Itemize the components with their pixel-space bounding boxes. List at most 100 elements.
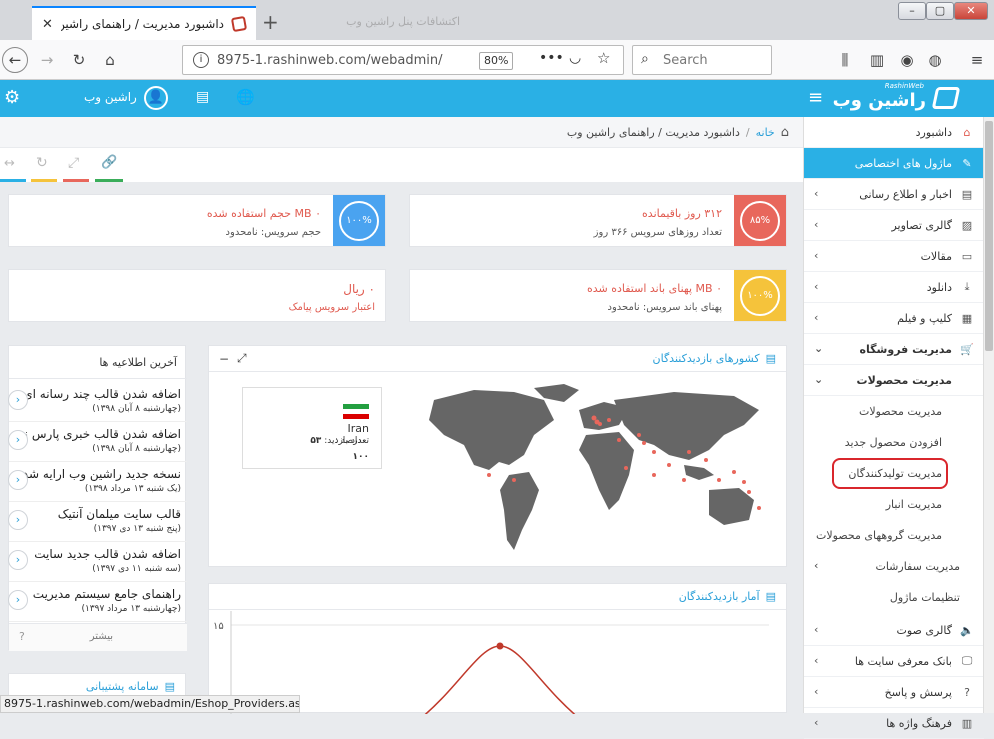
status-url: 8975-1.rashinweb.com/webadmin/Eshop_Prov… (0, 695, 300, 713)
sidebar-item[interactable]: مدیریت محصولات ⌄ (804, 365, 984, 396)
refresh-icon[interactable]: ↻ (36, 155, 48, 171)
sidebar-item[interactable]: ? پرسش و پاسخ › (804, 677, 984, 708)
news-open-icon[interactable]: ‹ (8, 550, 28, 570)
sidebar-item[interactable]: ▨ گالری تصاویر › (804, 210, 984, 241)
news-open-icon[interactable]: ‹ (8, 510, 28, 530)
news-headline[interactable]: اضافه شدن قالب جدید سایت (34, 547, 181, 561)
sidebar-subitem[interactable]: مدیریت محصولات (804, 396, 984, 427)
visits-peak-point[interactable] (496, 642, 504, 650)
settings-gear-icon[interactable]: ⚙ (4, 87, 20, 108)
news-item[interactable]: نسخه جدید راشین وب ارایه شد. (یک شنبه ۱۳ … (8, 462, 187, 502)
hamburger-icon[interactable]: ≡ (808, 87, 823, 108)
chevron-icon[interactable]: ⌄ (814, 373, 823, 386)
news-headline[interactable]: راهنمای جامع سیستم مدیریت (33, 587, 181, 601)
news-open-icon[interactable]: ‹ (8, 590, 28, 610)
tool-underline-blue (0, 179, 26, 182)
news-item[interactable]: اضافه شدن قالب خبری پارس نیوز (چهارشنبه ۸… (8, 422, 187, 462)
close-window-icon[interactable]: ✕ (954, 2, 988, 20)
help-icon[interactable]: ? (19, 630, 25, 643)
addon-icon[interactable]: ◍ (924, 49, 946, 71)
forward-icon[interactable]: → (36, 49, 58, 71)
tab-active[interactable]: داشبورد مدیریت / راهنمای راشین وب ✕ (32, 6, 256, 40)
breadcrumb-current: داشبورد مدیریت / راهنمای راشین وب (566, 125, 740, 139)
search-input[interactable]: Search (663, 53, 708, 68)
sidebar-item[interactable]: ▭ مقالات › (804, 241, 984, 272)
sidebar-item[interactable]: ✎ ماژول های اختصاصی (804, 148, 984, 179)
zoom-badge[interactable]: 80% (479, 52, 514, 70)
extension-icon[interactable]: ◉ (896, 49, 918, 71)
news-open-icon[interactable]: ‹ (8, 390, 28, 410)
chevron-icon[interactable]: › (814, 187, 818, 200)
sidebar-item[interactable]: ▦ کلیپ و فیلم › (804, 303, 984, 334)
sidebar-item[interactable]: 🖵 بانک معرفی سایت ها › (804, 646, 984, 677)
tab-inactive[interactable]: اکتشافات پنل راشین وب (298, 8, 468, 34)
sidebar-shop-item[interactable]: تنظیمات ماژول (804, 582, 984, 613)
chevron-icon[interactable]: › (814, 311, 818, 324)
chevron-icon[interactable]: › (814, 559, 818, 572)
news-more-link[interactable]: بیشتر (90, 631, 113, 642)
globe-icon[interactable]: 🌐 (236, 88, 255, 106)
sidebar-subitem[interactable]: مدیریت گروههای محصولات (804, 520, 984, 551)
avatar[interactable]: 👤 (144, 86, 168, 110)
home-browser-icon[interactable]: ⌂ (99, 49, 121, 71)
news-open-icon[interactable]: ‹ (8, 430, 28, 450)
sidebar-item[interactable]: 🛒 مدیریت فروشگاه ⌄ (804, 334, 984, 365)
news-open-icon[interactable]: ‹ (8, 470, 28, 490)
url-bar[interactable]: i 8975-1.rashinweb.com/webadmin/de 80% •… (182, 45, 624, 75)
visits-value: ۵۳ (310, 436, 322, 446)
sidebar-item-label: پرسش و پاسخ (884, 685, 952, 699)
logo[interactable]: راشین وب RashinWeb (833, 82, 961, 114)
library-icon[interactable]: ⫼ (834, 49, 856, 71)
breadcrumb-home[interactable]: خانه (756, 126, 775, 139)
link-icon[interactable]: 🔗 (101, 155, 117, 170)
sidebar-subitem[interactable]: افزودن محصول جدید (804, 427, 984, 458)
chevron-icon[interactable]: › (814, 623, 818, 636)
news-item[interactable]: قالب سایت میلمان آنتیک (پنج شنبه ۱۳ دی ۱۳… (8, 502, 187, 542)
sidebar-item[interactable]: ⌂ داشبورد (804, 117, 984, 148)
back-icon[interactable]: ← (2, 47, 28, 73)
news-item[interactable]: راهنمای جامع سیستم مدیریت (چهارشنبه ۱۳ مر… (8, 582, 187, 622)
reload-icon[interactable]: ↻ (68, 49, 90, 71)
sidebar-item[interactable]: ⤓ دانلود › (804, 272, 984, 303)
news-headline[interactable]: اضافه شدن قالب خبری پارس نیوز (9, 427, 181, 441)
user-name[interactable]: راشین وب (84, 90, 137, 104)
server-icon[interactable]: ▤ (196, 89, 209, 105)
resize-icon[interactable]: ↔ (4, 156, 26, 171)
expand-icon[interactable]: ⤢ (237, 351, 247, 366)
new-tab-icon[interactable]: + (262, 10, 279, 34)
chevron-icon[interactable]: › (814, 716, 818, 729)
chevron-icon[interactable]: ⌄ (814, 342, 823, 355)
sidebar-item[interactable]: 🔈 گالری صوت › (804, 615, 984, 646)
pocket-icon[interactable]: ◡ (569, 50, 581, 66)
page-scrollbar[interactable] (983, 117, 994, 713)
sidebar-item[interactable]: ▤ اخبار و اطلاع رسانی › (804, 179, 984, 210)
maximize-icon[interactable]: ▢ (926, 2, 954, 20)
chevron-icon[interactable]: › (814, 280, 818, 293)
search-bar[interactable]: ⌕ Search (632, 45, 772, 75)
menu-icon[interactable]: ≡ (966, 49, 988, 71)
chevron-icon[interactable]: › (814, 654, 818, 667)
sidebar-subitem-label: مدیریت انبار (885, 498, 942, 511)
fullscreen-icon[interactable]: ⤢ (68, 155, 79, 171)
sidebar-toggle-icon[interactable]: ▥ (866, 49, 888, 71)
news-headline[interactable]: قالب سایت میلمان آنتیک (58, 507, 181, 521)
news-headline[interactable]: اضافه شدن قالب چند رسانه ای (23, 387, 181, 401)
info-icon[interactable]: i (193, 52, 209, 68)
scrollbar-thumb[interactable] (985, 121, 993, 351)
bookmark-star-icon[interactable]: ☆ (597, 49, 610, 67)
collapse-icon[interactable]: − (219, 352, 229, 366)
tab-close-icon[interactable]: ✕ (42, 17, 53, 32)
news-headline[interactable]: نسخه جدید راشین وب ارایه شد. (19, 467, 181, 481)
home-icon[interactable]: ⌂ (781, 125, 789, 140)
sidebar-subitem[interactable]: مدیریت تولیدکنندگان (804, 458, 984, 489)
sidebar-shop-item[interactable]: مدیریت سفارشات › (804, 551, 984, 582)
minimize-icon[interactable]: – (898, 2, 926, 20)
chevron-icon[interactable]: › (814, 685, 818, 698)
sidebar-item-label: دانلود (926, 280, 952, 294)
page-actions-icon[interactable]: ••• (539, 50, 564, 66)
news-item[interactable]: اضافه شدن قالب جدید سایت (سه شنبه ۱۱ دی ۱… (8, 542, 187, 582)
chevron-icon[interactable]: › (814, 218, 818, 231)
chevron-icon[interactable]: › (814, 249, 818, 262)
sidebar-subitem[interactable]: مدیریت انبار (804, 489, 984, 520)
news-item[interactable]: اضافه شدن قالب چند رسانه ای (چهارشنبه ۸ آ… (8, 382, 187, 422)
